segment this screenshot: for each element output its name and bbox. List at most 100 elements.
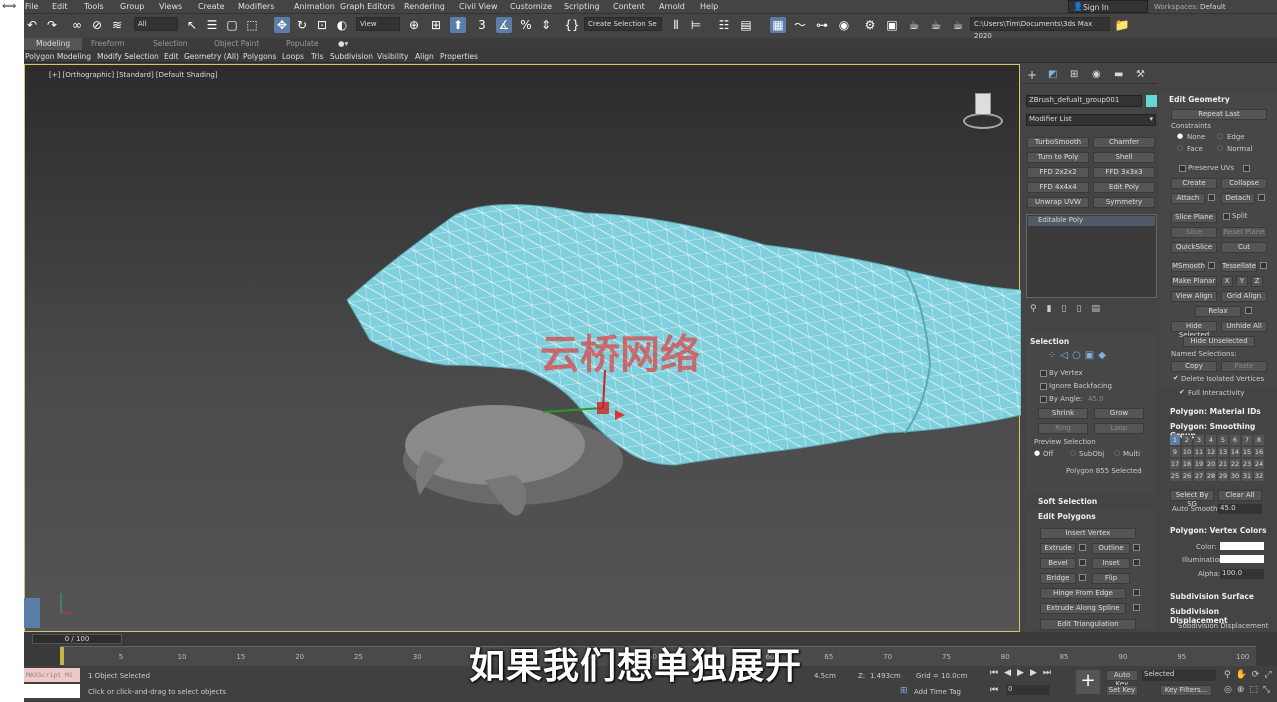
edit-named-selection-icon[interactable]: {} bbox=[564, 17, 580, 33]
clear-all-button[interactable]: Clear All bbox=[1218, 490, 1262, 501]
menu-animation[interactable]: Animation bbox=[294, 2, 335, 11]
smoothing-group-13[interactable]: 13 bbox=[1218, 447, 1228, 457]
insert-vertex-button[interactable]: Insert Vertex bbox=[1040, 528, 1136, 539]
outline-settings-icon[interactable] bbox=[1133, 544, 1140, 551]
named-selection-sets-dropdown[interactable]: Create Selection Se bbox=[584, 17, 662, 31]
split-checkbox[interactable] bbox=[1223, 213, 1230, 220]
flip-button[interactable]: Flip bbox=[1092, 573, 1130, 584]
redo-icon[interactable]: ↷ bbox=[44, 17, 60, 33]
vertex-colors-title[interactable]: Polygon: Vertex Colors bbox=[1170, 526, 1266, 535]
snaps-toggle-icon[interactable]: 3 bbox=[474, 17, 490, 33]
smoothing-group-2[interactable]: 2 bbox=[1182, 435, 1192, 445]
menu-customize[interactable]: Customize bbox=[510, 2, 552, 11]
panel-loops[interactable]: Loops bbox=[282, 52, 304, 61]
project-path-dropdown[interactable]: C:\Users\Tim\Documents\3ds Max 2020 bbox=[970, 17, 1110, 40]
menu-create[interactable]: Create bbox=[198, 2, 225, 11]
smoothing-group-7[interactable]: 7 bbox=[1242, 435, 1252, 445]
tessellate-settings-icon[interactable] bbox=[1260, 262, 1267, 269]
smoothing-group-31[interactable]: 31 bbox=[1242, 471, 1252, 481]
playback-controls[interactable]: ⏮◀▶▶⏭ bbox=[990, 668, 1057, 678]
alpha-spinner[interactable]: 100.0 bbox=[1220, 569, 1264, 579]
smoothing-group-20[interactable]: 20 bbox=[1206, 459, 1216, 469]
smoothing-group-26[interactable]: 26 bbox=[1182, 471, 1192, 481]
pivot-center-icon[interactable]: ⊕ bbox=[406, 17, 422, 33]
viewport-nav-icons[interactable]: ⚲✋⟳⤢ bbox=[1224, 670, 1277, 680]
select-and-move-icon[interactable]: ✥ bbox=[274, 17, 290, 33]
preserve-uvs-checkbox[interactable] bbox=[1179, 165, 1186, 172]
select-object-icon[interactable]: ↖ bbox=[184, 17, 200, 33]
smoothing-group-24[interactable]: 24 bbox=[1254, 459, 1264, 469]
create-button[interactable]: Create bbox=[1171, 178, 1217, 189]
utilities-tab-icon[interactable]: ⚒ bbox=[1136, 69, 1145, 80]
attach-settings-icon[interactable] bbox=[1208, 194, 1215, 201]
delete-isolated-checkbox[interactable]: ✔ bbox=[1173, 374, 1179, 382]
rendered-frame-window-icon[interactable]: ▣ bbox=[884, 17, 900, 33]
smoothing-group-10[interactable]: 10 bbox=[1182, 447, 1192, 457]
slice-plane-button[interactable]: Slice Plane bbox=[1171, 212, 1217, 223]
unhide-all-button[interactable]: Unhide All bbox=[1221, 321, 1267, 332]
selection-filter-dropdown[interactable]: All bbox=[134, 17, 178, 31]
key-filters-button[interactable]: Key Filters... bbox=[1160, 685, 1212, 696]
viewport-label[interactable]: [+] [Orthographic] [Standard] [Default S… bbox=[49, 71, 218, 79]
window-crossing-icon[interactable]: ⬚ bbox=[244, 17, 260, 33]
preview-subobj-radio[interactable]: ○ bbox=[1070, 449, 1076, 457]
select-by-sg-button[interactable]: Select By SG bbox=[1170, 490, 1214, 508]
illumination-swatch[interactable] bbox=[1220, 555, 1264, 563]
panel-polygons[interactable]: Polygons bbox=[243, 52, 276, 61]
panel-visibility[interactable]: Visibility bbox=[377, 52, 408, 61]
keyboard-shortcut-override-icon[interactable]: ⬆ bbox=[450, 17, 466, 33]
material-ids-title[interactable]: Polygon: Material IDs bbox=[1170, 407, 1261, 416]
extrude-spline-settings-icon[interactable] bbox=[1133, 604, 1140, 611]
set-key-button[interactable]: Set Key bbox=[1106, 685, 1138, 696]
menu-content[interactable]: Content bbox=[613, 2, 645, 11]
viewport-nav-icons-2[interactable]: ◎⊕⬚⤡ bbox=[1224, 685, 1275, 695]
viewport[interactable] bbox=[24, 64, 1021, 632]
menu-group[interactable]: Group bbox=[120, 2, 144, 11]
smoothing-group-29[interactable]: 29 bbox=[1218, 471, 1228, 481]
shrink-button[interactable]: Shrink bbox=[1038, 408, 1088, 419]
y-coordinate-value[interactable]: 4.5cm bbox=[814, 672, 836, 680]
edit-poly-button[interactable]: Edit Poly bbox=[1093, 182, 1155, 193]
tab-object-paint[interactable]: Object Paint bbox=[214, 39, 259, 48]
select-and-place-icon[interactable]: ◐ bbox=[334, 17, 350, 33]
chamfer-button[interactable]: Chamfer bbox=[1093, 137, 1155, 148]
view-align-button[interactable]: View Align bbox=[1171, 291, 1217, 302]
auto-smooth-spinner[interactable]: 45.0 bbox=[1218, 504, 1262, 514]
make-planar-button[interactable]: Make Planar bbox=[1171, 276, 1217, 287]
panel-subdivision[interactable]: Subdivision bbox=[330, 52, 373, 61]
key-mode-icon[interactable]: ⏮ bbox=[990, 685, 998, 695]
quickslice-button[interactable]: QuickSlice bbox=[1171, 242, 1217, 253]
ffd-4x4x4-button[interactable]: FFD 4x4x4 bbox=[1027, 182, 1089, 193]
cut-button[interactable]: Cut bbox=[1221, 242, 1267, 253]
smoothing-group-3[interactable]: 3 bbox=[1194, 435, 1204, 445]
set-key-icon[interactable]: + bbox=[1076, 670, 1100, 694]
viewcube[interactable] bbox=[963, 93, 1003, 129]
ffd-2x2x2-button[interactable]: FFD 2x2x2 bbox=[1027, 167, 1089, 178]
extrude-settings-icon[interactable] bbox=[1079, 544, 1086, 551]
render-production-icon[interactable]: ☕ bbox=[906, 17, 922, 33]
turn-to-poly-button[interactable]: Turn to Poly bbox=[1027, 152, 1089, 163]
select-by-name-icon[interactable]: ☰ bbox=[204, 17, 220, 33]
bind-space-warp-icon[interactable]: ≋ bbox=[109, 17, 125, 33]
modifier-list-dropdown[interactable]: Modifier List ▾ bbox=[1026, 114, 1156, 126]
repeat-last-button[interactable]: Repeat Last bbox=[1171, 109, 1267, 120]
percent-snap-icon[interactable]: % bbox=[518, 17, 534, 33]
display-tab-icon[interactable]: ▬ bbox=[1114, 69, 1123, 80]
motion-tab-icon[interactable]: ◉ bbox=[1092, 69, 1101, 80]
time-tag-icon[interactable]: ⊞ bbox=[900, 686, 908, 696]
unlink-icon[interactable]: ⊘ bbox=[89, 17, 105, 33]
smoothing-group-14[interactable]: 14 bbox=[1230, 447, 1240, 457]
time-slider[interactable]: 0 / 100 bbox=[32, 634, 122, 644]
reference-coordinate-dropdown[interactable]: View bbox=[356, 17, 400, 31]
angle-snap-icon[interactable]: ∡ bbox=[496, 17, 512, 33]
outline-button[interactable]: Outline bbox=[1092, 543, 1130, 554]
tessellate-button[interactable]: Tessellate bbox=[1221, 261, 1257, 272]
by-angle-checkbox[interactable] bbox=[1040, 396, 1047, 403]
smoothing-group-19[interactable]: 19 bbox=[1194, 459, 1204, 469]
shell-button[interactable]: Shell bbox=[1093, 152, 1155, 163]
panel-align[interactable]: Align bbox=[415, 52, 434, 61]
smoothing-group-11[interactable]: 11 bbox=[1194, 447, 1204, 457]
bevel-settings-icon[interactable] bbox=[1079, 559, 1086, 566]
smoothing-group-6[interactable]: 6 bbox=[1230, 435, 1240, 445]
vertex-color-swatch[interactable] bbox=[1220, 542, 1264, 550]
